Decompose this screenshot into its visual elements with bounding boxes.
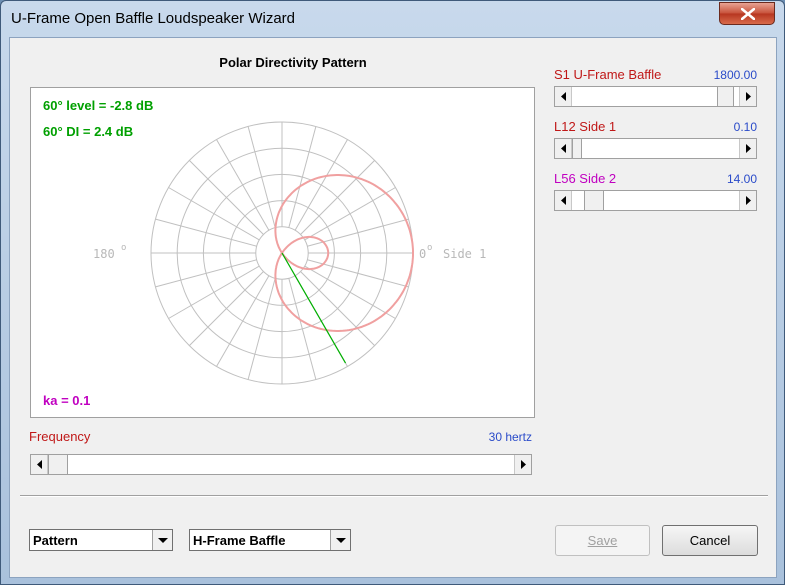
window-title: U-Frame Open Baffle Loudspeaker Wizard (11, 10, 296, 27)
degree-mark-left: o (121, 243, 126, 253)
grid-spoke (189, 271, 264, 346)
grid-spoke (288, 278, 317, 380)
grid-spoke (189, 160, 264, 235)
plot-title: Polar Directivity Pattern (219, 55, 367, 70)
grid-spoke (288, 126, 317, 228)
baffle-select[interactable]: H-Frame Baffle (189, 529, 351, 551)
close-button[interactable] (719, 2, 775, 25)
ka-readout: ka = 0.1 (43, 393, 91, 408)
s1-label: S1 U-Frame Baffle (554, 67, 662, 82)
l12-label: L12 Side 1 (554, 119, 617, 134)
label-0: 0 (419, 247, 426, 261)
grid-spoke (300, 160, 375, 235)
l56-label: L56 Side 2 (554, 171, 617, 186)
grid-spoke (216, 275, 270, 367)
grid-spoke (247, 126, 276, 228)
label-side-1: Side 1 (443, 247, 486, 261)
view-select-value: Pattern (33, 533, 78, 548)
l56-left-arrow[interactable] (555, 191, 572, 210)
frequency-right-arrow[interactable] (514, 455, 531, 474)
cancel-button-label: Cancel (689, 533, 731, 548)
title-bar[interactable]: U-Frame Open Baffle Loudspeaker Wizard (1, 1, 784, 37)
s1-thumb[interactable] (717, 87, 734, 106)
s1-right-arrow[interactable] (739, 87, 756, 106)
grid-spoke (300, 271, 375, 346)
wizard-window: U-Frame Open Baffle Loudspeaker Wizard P… (0, 0, 785, 585)
grid-spoke (155, 218, 257, 247)
frequency-value: 30 hertz (488, 430, 532, 444)
label-180: 180 (93, 247, 115, 261)
close-icon (741, 8, 755, 20)
view-select[interactable]: Pattern (29, 529, 173, 551)
grid-spoke (304, 265, 396, 319)
grid-spoke (304, 187, 396, 241)
l12-value: 0.10 (733, 120, 757, 134)
l12-thumb[interactable] (572, 139, 582, 158)
chevron-down-icon[interactable] (152, 530, 172, 550)
s1-value: 1800.00 (713, 68, 757, 82)
l12-left-arrow[interactable] (555, 139, 572, 158)
l56-slider[interactable] (554, 190, 757, 211)
save-button[interactable]: Save (555, 525, 650, 556)
frequency-left-arrow[interactable] (31, 455, 48, 474)
di-readout: 60° DI = 2.4 dB (43, 124, 134, 139)
degree-mark-right: o (427, 243, 432, 253)
dialog-client-area: Polar Directivity Pattern 180 o 0 o Side 1 6… (9, 37, 777, 578)
save-button-label: Save (587, 533, 618, 548)
grid-spoke (168, 265, 260, 319)
l56-right-arrow[interactable] (739, 191, 756, 210)
chevron-down-icon[interactable] (330, 530, 350, 550)
level-readout: 60° level = -2.8 dB (43, 98, 154, 113)
l56-thumb[interactable] (584, 191, 604, 210)
l56-value: 14.00 (726, 172, 757, 186)
divider (20, 495, 768, 497)
s1-left-arrow[interactable] (555, 87, 572, 106)
frequency-label: Frequency (29, 429, 91, 444)
cancel-button[interactable]: Cancel (662, 525, 758, 556)
grid-spoke (168, 187, 260, 241)
frequency-slider[interactable] (30, 454, 532, 475)
s1-slider[interactable] (554, 86, 757, 107)
polar-plot: 180 o 0 o Side 1 60° level = -2.8 dB 60° DI … (30, 87, 535, 418)
grid-spoke (247, 278, 276, 380)
frequency-thumb[interactable] (48, 455, 68, 474)
baffle-select-value: H-Frame Baffle (193, 533, 286, 548)
grid-spoke (216, 139, 270, 231)
grid-spoke (155, 259, 257, 288)
l12-right-arrow[interactable] (739, 139, 756, 158)
l12-slider[interactable] (554, 138, 757, 159)
